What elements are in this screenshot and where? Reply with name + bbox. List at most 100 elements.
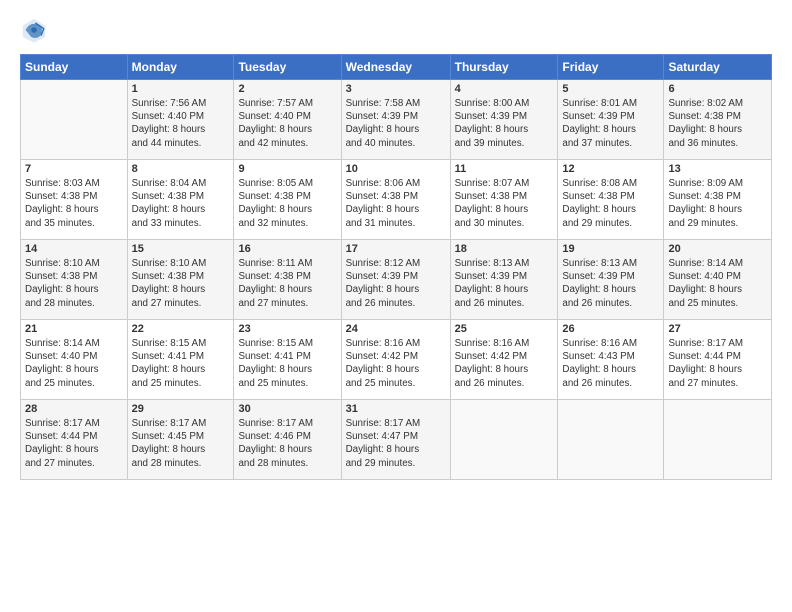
day-info: Sunrise: 8:10 AM Sunset: 4:38 PM Dayligh… — [132, 257, 230, 310]
day-cell: 16 Sunrise: 8:11 AM Sunset: 4:38 PM Dayli… — [234, 240, 341, 320]
day-cell: 9 Sunrise: 8:05 AM Sunset: 4:38 PM Daylig… — [234, 160, 341, 240]
day-cell: 19 Sunrise: 8:13 AM Sunset: 4:39 PM Dayli… — [558, 240, 664, 320]
day-cell: 28 Sunrise: 8:17 AM Sunset: 4:44 PM Dayli… — [21, 400, 128, 480]
day-number: 29 — [132, 403, 230, 415]
day-info: Sunrise: 8:17 AM Sunset: 4:45 PM Dayligh… — [132, 417, 230, 470]
day-info: Sunrise: 8:17 AM Sunset: 4:44 PM Dayligh… — [25, 417, 123, 470]
day-number: 30 — [238, 403, 336, 415]
day-info: Sunrise: 8:15 AM Sunset: 4:41 PM Dayligh… — [132, 337, 230, 390]
day-number: 11 — [455, 163, 554, 175]
weekday-header-sunday: Sunday — [21, 55, 128, 80]
day-number: 22 — [132, 323, 230, 335]
day-cell: 11Sunrise: 8:07 AM Sunset: 4:38 PM Dayli… — [450, 160, 558, 240]
day-info: Sunrise: 8:11 AM Sunset: 4:38 PM Dayligh… — [238, 257, 336, 310]
day-info: Sunrise: 8:13 AM Sunset: 4:39 PM Dayligh… — [455, 257, 554, 310]
logo-icon — [20, 16, 48, 44]
day-number: 21 — [25, 323, 123, 335]
day-info: Sunrise: 8:15 AM Sunset: 4:41 PM Dayligh… — [238, 337, 336, 390]
day-cell: 22 Sunrise: 8:15 AM Sunset: 4:41 PM Dayli… — [127, 320, 234, 400]
day-cell: 29 Sunrise: 8:17 AM Sunset: 4:45 PM Dayli… — [127, 400, 234, 480]
week-row-5: 28 Sunrise: 8:17 AM Sunset: 4:44 PM Dayli… — [21, 400, 772, 480]
day-cell: 23 Sunrise: 8:15 AM Sunset: 4:41 PM Dayli… — [234, 320, 341, 400]
day-number: 25 — [455, 323, 554, 335]
day-cell: 18Sunrise: 8:13 AM Sunset: 4:39 PM Dayli… — [450, 240, 558, 320]
day-cell: 25 Sunrise: 8:16 AM Sunset: 4:42 PM Dayli… — [450, 320, 558, 400]
weekday-header-thursday: Thursday — [450, 55, 558, 80]
day-number: 8 — [132, 163, 230, 175]
day-info: Sunrise: 8:13 AM Sunset: 4:39 PM Dayligh… — [562, 257, 659, 310]
day-number: 24 — [346, 323, 446, 335]
day-info: Sunrise: 7:56 AM Sunset: 4:40 PM Dayligh… — [132, 97, 230, 150]
day-info: Sunrise: 8:06 AM Sunset: 4:38 PM Dayligh… — [346, 177, 446, 230]
day-info: Sunrise: 8:03 AM Sunset: 4:38 PM Dayligh… — [25, 177, 123, 230]
day-cell: 27 Sunrise: 8:17 AM Sunset: 4:44 PM Dayli… — [664, 320, 772, 400]
day-info: Sunrise: 8:17 AM Sunset: 4:44 PM Dayligh… — [668, 337, 767, 390]
day-number: 15 — [132, 243, 230, 255]
day-number: 16 — [238, 243, 336, 255]
day-cell: 14Sunrise: 8:10 AM Sunset: 4:38 PM Dayli… — [21, 240, 128, 320]
day-number: 31 — [346, 403, 446, 415]
day-info: Sunrise: 8:14 AM Sunset: 4:40 PM Dayligh… — [25, 337, 123, 390]
weekday-header-wednesday: Wednesday — [341, 55, 450, 80]
day-cell: 4 Sunrise: 8:00 AM Sunset: 4:39 PM Daylig… — [450, 80, 558, 160]
weekday-header-monday: Monday — [127, 55, 234, 80]
day-number: 4 — [455, 83, 554, 95]
day-number: 23 — [238, 323, 336, 335]
day-number: 12 — [562, 163, 659, 175]
day-info: Sunrise: 8:16 AM Sunset: 4:42 PM Dayligh… — [455, 337, 554, 390]
day-info: Sunrise: 8:09 AM Sunset: 4:38 PM Dayligh… — [668, 177, 767, 230]
day-number: 17 — [346, 243, 446, 255]
day-cell — [558, 400, 664, 480]
weekday-header-row: SundayMondayTuesdayWednesdayThursdayFrid… — [21, 55, 772, 80]
day-cell — [450, 400, 558, 480]
day-cell: 17 Sunrise: 8:12 AM Sunset: 4:39 PM Dayli… — [341, 240, 450, 320]
day-cell: 2Sunrise: 7:57 AM Sunset: 4:40 PM Daylig… — [234, 80, 341, 160]
day-number: 28 — [25, 403, 123, 415]
day-cell: 26 Sunrise: 8:16 AM Sunset: 4:43 PM Dayli… — [558, 320, 664, 400]
day-cell: 13 Sunrise: 8:09 AM Sunset: 4:38 PM Dayli… — [664, 160, 772, 240]
day-info: Sunrise: 8:05 AM Sunset: 4:38 PM Dayligh… — [238, 177, 336, 230]
day-number: 19 — [562, 243, 659, 255]
day-info: Sunrise: 8:16 AM Sunset: 4:42 PM Dayligh… — [346, 337, 446, 390]
day-number: 6 — [668, 83, 767, 95]
day-number: 3 — [346, 83, 446, 95]
day-cell: 7 Sunrise: 8:03 AM Sunset: 4:38 PM Daylig… — [21, 160, 128, 240]
day-number: 1 — [132, 83, 230, 95]
day-cell: 8 Sunrise: 8:04 AM Sunset: 4:38 PM Daylig… — [127, 160, 234, 240]
day-cell: 20Sunrise: 8:14 AM Sunset: 4:40 PM Dayli… — [664, 240, 772, 320]
day-info: Sunrise: 8:12 AM Sunset: 4:39 PM Dayligh… — [346, 257, 446, 310]
day-cell: 5 Sunrise: 8:01 AM Sunset: 4:39 PM Daylig… — [558, 80, 664, 160]
day-info: Sunrise: 8:17 AM Sunset: 4:46 PM Dayligh… — [238, 417, 336, 470]
weekday-header-friday: Friday — [558, 55, 664, 80]
day-cell — [664, 400, 772, 480]
day-number: 13 — [668, 163, 767, 175]
day-number: 5 — [562, 83, 659, 95]
calendar: SundayMondayTuesdayWednesdayThursdayFrid… — [20, 54, 772, 480]
day-info: Sunrise: 7:58 AM Sunset: 4:39 PM Dayligh… — [346, 97, 446, 150]
day-number: 7 — [25, 163, 123, 175]
day-number: 9 — [238, 163, 336, 175]
day-number: 20 — [668, 243, 767, 255]
week-row-4: 21 Sunrise: 8:14 AM Sunset: 4:40 PM Dayli… — [21, 320, 772, 400]
day-cell — [21, 80, 128, 160]
header — [20, 16, 772, 44]
day-info: Sunrise: 8:10 AM Sunset: 4:38 PM Dayligh… — [25, 257, 123, 310]
day-cell: 31Sunrise: 8:17 AM Sunset: 4:47 PM Dayli… — [341, 400, 450, 480]
day-cell: 24 Sunrise: 8:16 AM Sunset: 4:42 PM Dayli… — [341, 320, 450, 400]
day-info: Sunrise: 8:04 AM Sunset: 4:38 PM Dayligh… — [132, 177, 230, 230]
day-cell: 3 Sunrise: 7:58 AM Sunset: 4:39 PM Daylig… — [341, 80, 450, 160]
logo — [20, 16, 52, 44]
day-number: 10 — [346, 163, 446, 175]
page: SundayMondayTuesdayWednesdayThursdayFrid… — [0, 0, 792, 612]
day-info: Sunrise: 8:16 AM Sunset: 4:43 PM Dayligh… — [562, 337, 659, 390]
weekday-header-tuesday: Tuesday — [234, 55, 341, 80]
day-number: 27 — [668, 323, 767, 335]
day-info: Sunrise: 8:00 AM Sunset: 4:39 PM Dayligh… — [455, 97, 554, 150]
week-row-2: 7 Sunrise: 8:03 AM Sunset: 4:38 PM Daylig… — [21, 160, 772, 240]
day-number: 26 — [562, 323, 659, 335]
day-info: Sunrise: 8:02 AM Sunset: 4:38 PM Dayligh… — [668, 97, 767, 150]
day-info: Sunrise: 8:08 AM Sunset: 4:38 PM Dayligh… — [562, 177, 659, 230]
day-cell: 6 Sunrise: 8:02 AM Sunset: 4:38 PM Daylig… — [664, 80, 772, 160]
day-info: Sunrise: 8:01 AM Sunset: 4:39 PM Dayligh… — [562, 97, 659, 150]
day-cell: 30 Sunrise: 8:17 AM Sunset: 4:46 PM Dayli… — [234, 400, 341, 480]
